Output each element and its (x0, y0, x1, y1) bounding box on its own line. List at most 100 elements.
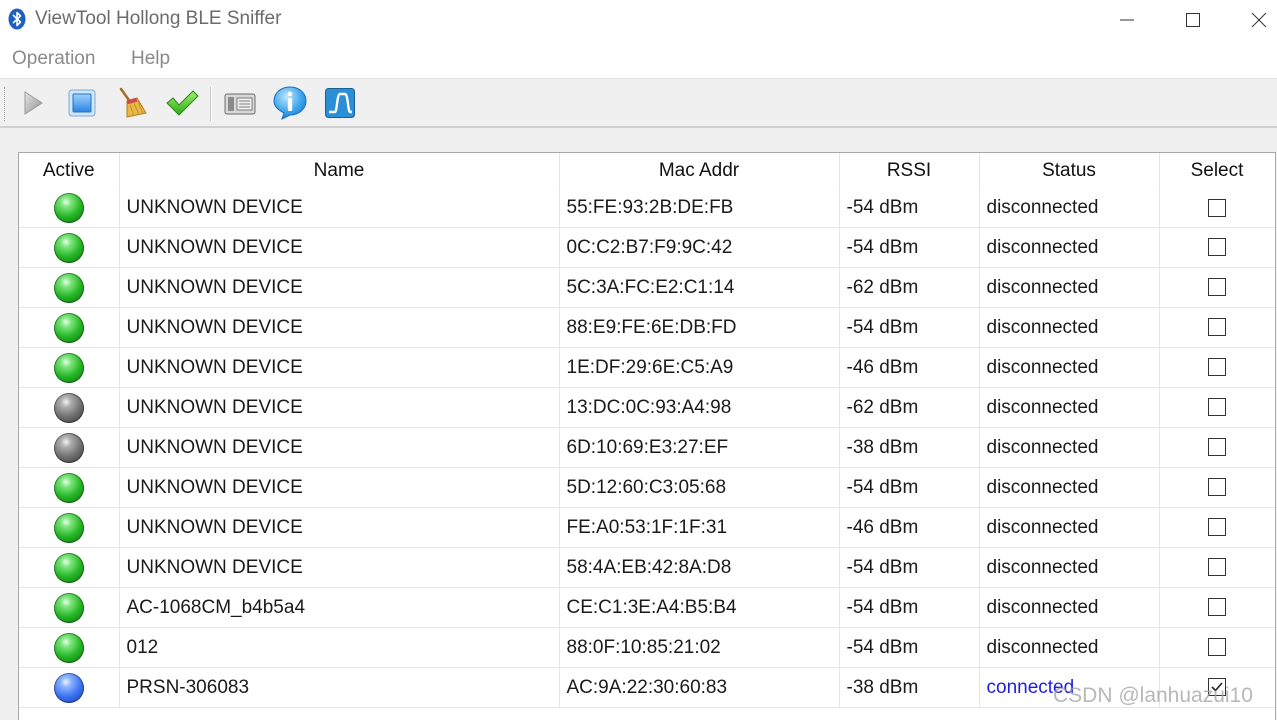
mac-address-cell: 0C:C2:B7:F9:9C:42 (559, 227, 840, 268)
select-cell (1159, 347, 1275, 388)
active-cell (19, 387, 120, 428)
menu-operation[interactable]: Operation (12, 48, 95, 70)
active-cell (19, 427, 120, 468)
select-cell (1159, 307, 1275, 348)
select-cell (1159, 387, 1275, 428)
status-led-green-icon (53, 472, 84, 503)
status-cell: disconnected (979, 427, 1160, 468)
table-row[interactable]: UNKNOWN DEVICE FE:A0:53:1F:1F:31 -46 dBm di… (19, 507, 1275, 548)
table-row[interactable]: UNKNOWN DEVICE 0C:C2:B7:F9:9C:42 -54 dBm di… (19, 227, 1275, 268)
waveform-icon (325, 88, 355, 118)
table-row[interactable]: UNKNOWN DEVICE 88:E9:FE:6E:DB:FD -54 dBm di… (19, 307, 1275, 348)
menu-help[interactable]: Help (131, 48, 170, 70)
clear-button[interactable] (114, 85, 150, 121)
mac-address-cell: AC:9A:22:30:60:83 (559, 667, 840, 708)
select-checkbox[interactable] (1208, 598, 1226, 617)
select-checkbox[interactable] (1208, 558, 1226, 577)
table-row[interactable]: UNKNOWN DEVICE 13:DC:0C:93:A4:98 -62 dBm di… (19, 387, 1275, 428)
bluetooth-icon (8, 8, 26, 30)
status-cell: disconnected (979, 627, 1160, 668)
minimize-button[interactable] (1104, 0, 1150, 40)
select-checkbox[interactable] (1208, 438, 1226, 457)
select-checkbox[interactable] (1208, 678, 1226, 697)
device-list: Active Name Mac Addr RSSI Status Select … (18, 152, 1276, 720)
status-cell: disconnected (979, 547, 1160, 588)
table-row[interactable]: 012 88:0F:10:85:21:02 -54 dBm disconnected (19, 627, 1275, 668)
select-cell (1159, 227, 1275, 268)
active-cell (19, 307, 120, 348)
active-cell (19, 587, 120, 628)
column-header-status[interactable]: Status (979, 153, 1160, 189)
mac-address-cell: 6D:10:69:E3:27:EF (559, 427, 840, 468)
rssi-cell: -46 dBm (839, 507, 980, 548)
stop-button[interactable] (64, 85, 100, 121)
table-row[interactable]: UNKNOWN DEVICE 55:FE:93:2B:DE:FB -54 dBm di… (19, 189, 1275, 228)
rssi-cell: -54 dBm (839, 189, 980, 228)
mac-address-cell: 13:DC:0C:93:A4:98 (559, 387, 840, 428)
mac-address-cell: CE:C1:3E:A4:B5:B4 (559, 587, 840, 628)
device-name-cell: PRSN-306083 (119, 667, 560, 708)
mac-address-cell: FE:A0:53:1F:1F:31 (559, 507, 840, 548)
table-row[interactable]: UNKNOWN DEVICE 5D:12:60:C3:05:68 -54 dBm di… (19, 467, 1275, 508)
column-header-rssi[interactable]: RSSI (839, 153, 980, 189)
window-title: ViewTool Hollong BLE Sniffer (35, 8, 282, 29)
status-cell: disconnected (979, 387, 1160, 428)
column-header-name[interactable]: Name (119, 153, 560, 189)
select-checkbox[interactable] (1208, 638, 1226, 657)
rssi-cell: -54 dBm (839, 627, 980, 668)
confirm-button[interactable] (164, 85, 200, 121)
column-header-select[interactable]: Select (1159, 153, 1275, 189)
device-name-cell: UNKNOWN DEVICE (119, 547, 560, 588)
mac-address-cell: 58:4A:EB:42:8A:D8 (559, 547, 840, 588)
device-table: Active Name Mac Addr RSSI Status Select … (19, 153, 1275, 708)
active-cell (19, 547, 120, 588)
select-cell (1159, 267, 1275, 308)
device-name-cell: UNKNOWN DEVICE (119, 507, 560, 548)
mac-address-cell: 55:FE:93:2B:DE:FB (559, 189, 840, 228)
status-led-green-icon (53, 632, 84, 663)
select-checkbox[interactable] (1208, 238, 1226, 257)
column-header-mac-addr[interactable]: Mac Addr (559, 153, 840, 189)
rssi-cell: -54 dBm (839, 587, 980, 628)
rssi-cell: -46 dBm (839, 347, 980, 388)
table-row[interactable]: AC-1068CM_b4b5a4 CE:C1:3E:A4:B5:B4 -54 dBm… (19, 587, 1275, 628)
toolbar-grip[interactable] (4, 87, 8, 121)
info-button[interactable] (272, 85, 308, 121)
device-button[interactable] (222, 85, 258, 121)
status-cell: connected (979, 667, 1160, 708)
status-led-green-icon (53, 512, 84, 543)
table-row[interactable]: UNKNOWN DEVICE 1E:DF:29:6E:C5:A9 -46 dBm di… (19, 347, 1275, 388)
column-header-active[interactable]: Active (19, 153, 120, 189)
mac-address-cell: 5D:12:60:C3:05:68 (559, 467, 840, 508)
table-row[interactable]: UNKNOWN DEVICE 58:4A:EB:42:8A:D8 -54 dBm di… (19, 547, 1275, 588)
active-cell (19, 467, 120, 508)
mac-address-cell: 88:E9:FE:6E:DB:FD (559, 307, 840, 348)
rssi-cell: -62 dBm (839, 267, 980, 308)
rssi-cell: -54 dBm (839, 547, 980, 588)
start-button[interactable] (14, 85, 50, 121)
select-checkbox[interactable] (1208, 198, 1226, 217)
status-cell: disconnected (979, 467, 1160, 508)
maximize-button[interactable] (1170, 0, 1216, 40)
select-checkbox[interactable] (1208, 278, 1226, 297)
select-checkbox[interactable] (1208, 518, 1226, 537)
table-row[interactable]: PRSN-306083 AC:9A:22:30:60:83 -38 dBm conne… (19, 667, 1275, 708)
select-checkbox[interactable] (1208, 318, 1226, 337)
rssi-cell: -38 dBm (839, 667, 980, 708)
select-checkbox[interactable] (1208, 358, 1226, 377)
status-led-green-icon (53, 272, 84, 303)
device-icon (224, 93, 256, 115)
device-name-cell: UNKNOWN DEVICE (119, 347, 560, 388)
table-row[interactable]: UNKNOWN DEVICE 5C:3A:FC:E2:C1:14 -62 dBm di… (19, 267, 1275, 308)
select-checkbox[interactable] (1208, 478, 1226, 497)
status-led-green-icon (53, 592, 84, 623)
rssi-cell: -54 dBm (839, 307, 980, 348)
close-button[interactable] (1236, 0, 1277, 40)
maximize-icon (1186, 13, 1200, 27)
mac-address-cell: 88:0F:10:85:21:02 (559, 627, 840, 668)
main-window: ViewTool Hollong BLE Sniffer Operation H… (0, 0, 1277, 720)
waveform-button[interactable] (322, 85, 358, 121)
select-checkbox[interactable] (1208, 398, 1226, 417)
select-cell (1159, 547, 1275, 588)
table-row[interactable]: UNKNOWN DEVICE 6D:10:69:E3:27:EF -38 dBm di… (19, 427, 1275, 468)
